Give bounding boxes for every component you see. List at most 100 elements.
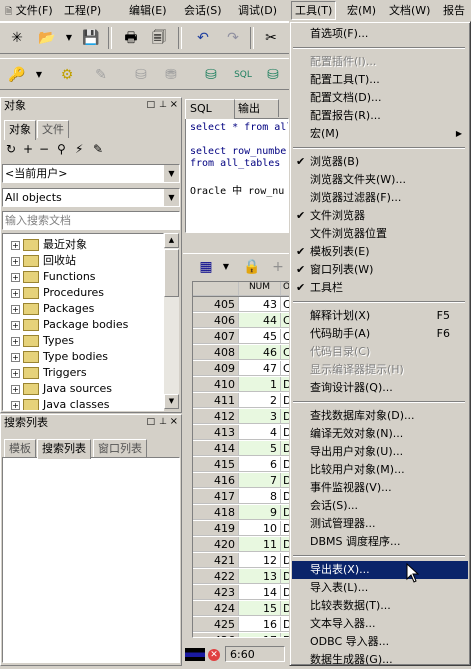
search-input[interactable]: 输入搜索文档 [2, 211, 180, 230]
redo-icon[interactable]: ↷ [222, 27, 244, 49]
scroll-thumb[interactable] [164, 249, 179, 297]
print-icon[interactable]: 🖶 [120, 27, 142, 49]
row-number[interactable]: 418 [193, 505, 239, 520]
menu-item-10[interactable]: 浏览器过滤器(F)... [292, 189, 468, 207]
close-icon[interactable]: × [170, 416, 178, 427]
tree-item[interactable]: + Type bodies [3, 349, 108, 365]
tree-item[interactable]: + Types [3, 333, 74, 349]
sql-icon[interactable]: SQL [232, 64, 254, 86]
table-row[interactable]: 406 44 C [193, 313, 290, 329]
expand-icon[interactable]: + [11, 320, 20, 330]
cell-num[interactable]: 8 [239, 489, 281, 504]
column-header-num[interactable]: NUM [239, 282, 281, 296]
expand-icon[interactable]: + [11, 288, 20, 298]
tree-item[interactable]: + Procedures [3, 285, 104, 301]
key-dropdown-icon[interactable]: ▼ [28, 64, 50, 86]
menu-window[interactable]: 文档(W) [386, 2, 433, 19]
row-number[interactable]: 423 [193, 585, 239, 600]
tab-objects[interactable]: 对象 [4, 120, 36, 140]
menu-item-24[interactable]: 编译无效对象(N)... [292, 425, 468, 443]
lock-icon[interactable]: 🔒 [241, 256, 263, 278]
tab-sql[interactable]: SQL [185, 99, 235, 119]
properties-icon[interactable]: ✎ [93, 142, 103, 156]
table-row[interactable]: 422 13 D [193, 569, 290, 585]
expand-icon[interactable]: + [11, 336, 20, 346]
owner-combo[interactable]: <当前用户> ▼ [2, 164, 180, 183]
menu-item-15[interactable]: ✔ 工具栏 [292, 279, 468, 297]
menu-macro[interactable]: 宏(M) [344, 2, 379, 19]
expand-icon[interactable]: + [11, 368, 20, 378]
menu-item-25[interactable]: 导出用户对象(U)... [292, 443, 468, 461]
tree-item[interactable]: + Packages [3, 301, 94, 317]
sql-text[interactable]: select * from all select row_number from… [185, 118, 289, 233]
cell-num[interactable]: 15 [239, 601, 281, 616]
row-number[interactable]: 422 [193, 569, 239, 584]
table-row[interactable]: 416 7 D [193, 473, 290, 489]
expand-icon[interactable]: + [11, 304, 20, 314]
row-number[interactable]: 411 [193, 393, 239, 408]
cell-num[interactable]: 12 [239, 553, 281, 568]
menu-project[interactable]: 工程(P) [61, 2, 104, 19]
tree-item[interactable]: + Triggers [3, 365, 87, 381]
pin-icon[interactable]: ⊥ [159, 417, 167, 427]
cell-num[interactable]: 11 [239, 537, 281, 552]
table-row[interactable]: 420 11 D [193, 537, 290, 553]
close-icon[interactable]: × [170, 99, 178, 110]
menu-file[interactable]: 🗎 文件(F) [2, 2, 56, 19]
expand-icon[interactable]: + [11, 272, 20, 282]
row-number[interactable]: 417 [193, 489, 239, 504]
row-number[interactable]: 424 [193, 601, 239, 616]
table-row[interactable]: 408 46 C [193, 345, 290, 361]
menu-item-8[interactable]: ✔ 浏览器(B) [292, 153, 468, 171]
commit-icon[interactable]: ⛁ [130, 64, 152, 86]
undo-icon[interactable]: ↶ [192, 27, 214, 49]
tab-search-list[interactable]: 搜索列表 [37, 439, 91, 459]
print-preview-icon[interactable]: 🗐 [148, 27, 170, 49]
menu-item-0[interactable]: 首选项(F)... [292, 25, 468, 43]
chevron-down-icon[interactable]: ▼ [163, 189, 179, 206]
menu-session[interactable]: 会话(S) [181, 2, 225, 19]
cell-num[interactable]: 45 [239, 329, 281, 344]
menu-item-36[interactable]: ODBC 导入器... [292, 633, 468, 651]
table-row[interactable]: 405 43 C [193, 297, 290, 313]
menu-item-12[interactable]: 文件浏览器位置 [292, 225, 468, 243]
scroll-up-icon[interactable]: ▲ [164, 233, 179, 248]
row-number[interactable]: 413 [193, 425, 239, 440]
expand-icon[interactable]: + [11, 256, 20, 266]
menu-item-30[interactable]: DBMS 调度程序... [292, 533, 468, 551]
refresh-icon[interactable]: ↻ [6, 142, 16, 156]
rollback-icon[interactable]: ⛃ [160, 64, 182, 86]
row-number[interactable]: 416 [193, 473, 239, 488]
menu-item-26[interactable]: 比较用户对象(M)... [292, 461, 468, 479]
pin-icon[interactable]: ⊥ [159, 100, 167, 110]
table-row[interactable]: 423 14 D [193, 585, 290, 601]
cell-num[interactable]: 44 [239, 313, 281, 328]
menu-item-29[interactable]: 测试管理器... [292, 515, 468, 533]
table-row[interactable]: 418 9 D [193, 505, 290, 521]
menu-edit[interactable]: 编辑(E) [126, 2, 170, 19]
row-number[interactable]: 409 [193, 361, 239, 376]
menu-item-3[interactable]: 配置工具(T)... [292, 71, 468, 89]
cell-num[interactable]: 1 [239, 377, 281, 392]
menu-item-28[interactable]: 会话(S)... [292, 497, 468, 515]
table-row[interactable]: 410 1 D [193, 377, 290, 393]
tree-scrollbar[interactable]: ▲ ▼ [164, 233, 179, 409]
menu-item-34[interactable]: 比较表数据(T)... [292, 597, 468, 615]
menu-item-20[interactable]: 显示编译器提示(H) [292, 361, 468, 379]
table-row[interactable]: 419 10 D [193, 521, 290, 537]
tree-item[interactable]: + 最近对象 [3, 237, 87, 253]
menu-item-6[interactable]: 宏(M) ▶ [292, 125, 468, 143]
menu-item-11[interactable]: ✔ 文件浏览器 [292, 207, 468, 225]
cell-num[interactable]: 4 [239, 425, 281, 440]
table-row[interactable]: 409 47 C [193, 361, 290, 377]
grid-icon[interactable]: ▦ [195, 256, 217, 278]
cell-num[interactable]: 47 [239, 361, 281, 376]
row-number[interactable]: 420 [193, 537, 239, 552]
cell-num[interactable]: 13 [239, 569, 281, 584]
panel-float-icon[interactable]: □ [146, 417, 155, 427]
find-icon[interactable]: ⚲ [57, 142, 66, 156]
save-icon[interactable]: 💾 [80, 27, 102, 49]
add-row-icon[interactable]: + [267, 256, 289, 278]
tree-item[interactable]: + Package bodies [3, 317, 128, 333]
tab-output[interactable]: 输出 [233, 99, 279, 117]
